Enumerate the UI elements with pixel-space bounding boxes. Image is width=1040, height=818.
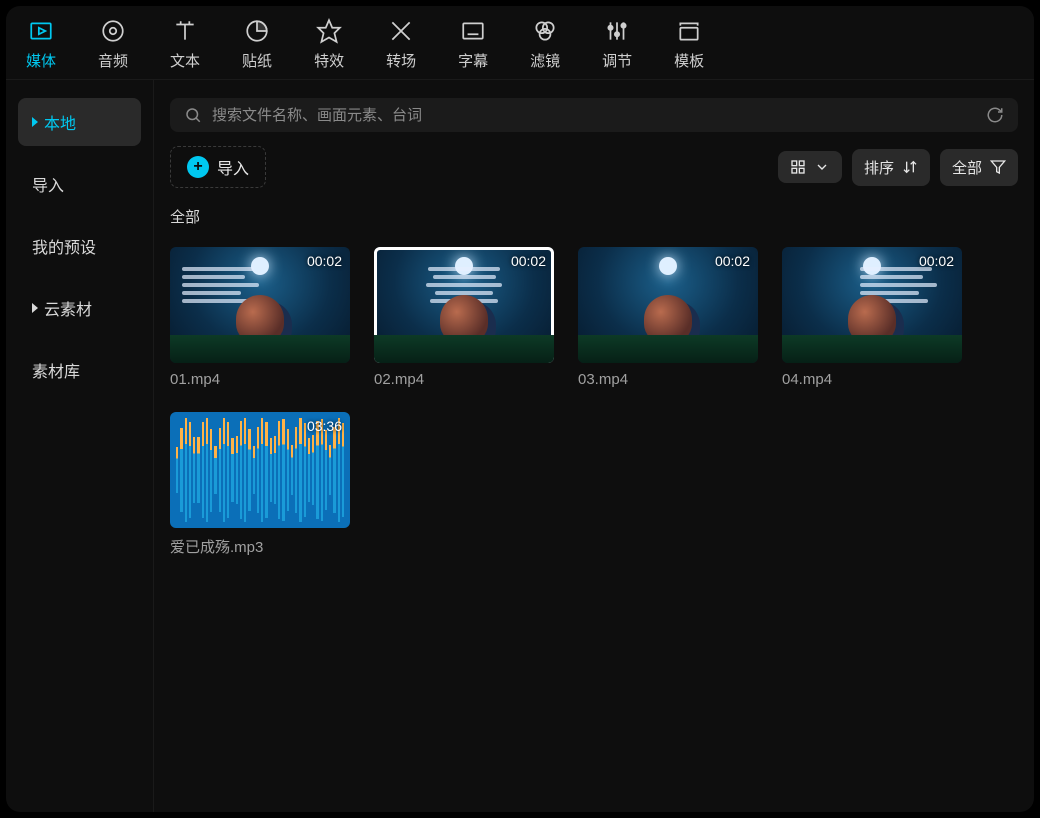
- top-tab-media[interactable]: 媒体: [26, 18, 56, 71]
- media-filename: 03.mp4: [578, 371, 758, 388]
- top-tab-label: 贴纸: [242, 50, 272, 71]
- sort-button[interactable]: 排序: [852, 149, 930, 186]
- sidebar-item-label: 导入: [32, 172, 64, 196]
- media-card[interactable]: 00:02 01.mp4: [170, 247, 350, 388]
- import-label: 导入: [217, 155, 249, 179]
- media-card[interactable]: 03:36 爱已成殇.mp3: [170, 412, 350, 557]
- search-input[interactable]: [212, 107, 976, 124]
- top-tab-label: 媒体: [26, 50, 56, 71]
- top-tab-subtitle[interactable]: 字幕: [458, 18, 488, 71]
- top-tab-transition[interactable]: 转场: [386, 18, 416, 71]
- filter-button[interactable]: 全部: [940, 149, 1018, 186]
- top-tab-label: 音频: [98, 50, 128, 71]
- sidebar-item-label: 我的预设: [32, 234, 96, 258]
- top-tab-filter[interactable]: 滤镜: [530, 18, 560, 71]
- toolbar: + 导入 排序 全部: [170, 146, 1018, 188]
- media-filename: 02.mp4: [374, 371, 554, 388]
- ground-graphic: [374, 335, 554, 363]
- video-thumbnail[interactable]: 00:02: [170, 247, 350, 363]
- search-bar: [170, 98, 1018, 132]
- media-filename: 01.mp4: [170, 371, 350, 388]
- video-thumbnail[interactable]: 00:02: [374, 247, 554, 363]
- view-mode-button[interactable]: [778, 151, 842, 183]
- plus-icon: +: [187, 156, 209, 178]
- top-tab-label: 滤镜: [530, 50, 560, 71]
- moon-graphic: [659, 257, 677, 275]
- sort-icon: [902, 159, 918, 175]
- duration-badge: 00:02: [715, 253, 750, 269]
- top-tab-template[interactable]: 模板: [674, 18, 704, 71]
- filter-label: 全部: [952, 157, 982, 178]
- video-thumbnail[interactable]: 00:02: [782, 247, 962, 363]
- top-tab-adjust[interactable]: 调节: [602, 18, 632, 71]
- top-tab-label: 转场: [386, 50, 416, 71]
- transition-icon: [388, 18, 414, 44]
- sidebar: 本地导入我的预设云素材素材库: [6, 80, 154, 812]
- sidebar-item-local[interactable]: 本地: [18, 98, 141, 146]
- top-tab-effects[interactable]: 特效: [314, 18, 344, 71]
- sort-label: 排序: [864, 157, 894, 178]
- media-card[interactable]: 00:02 04.mp4: [782, 247, 962, 388]
- top-tab-sticker[interactable]: 贴纸: [242, 18, 272, 71]
- media-grid: 00:02 01.mp4 00:02 02.mp4 00:02 03.mp4 00:02 04…: [170, 247, 1018, 557]
- sidebar-item-label: 云素材: [44, 296, 92, 320]
- ground-graphic: [578, 335, 758, 363]
- duration-badge: 00:02: [919, 253, 954, 269]
- duration-badge: 00:02: [511, 253, 546, 269]
- media-card[interactable]: 00:02 03.mp4: [578, 247, 758, 388]
- media-filename: 爱已成殇.mp3: [170, 536, 350, 557]
- audio-icon: [100, 18, 126, 44]
- top-tab-label: 特效: [314, 50, 344, 71]
- subtitle-icon: [460, 18, 486, 44]
- content-area: + 导入 排序 全部 全部 00:0201.mp400:0202.mp: [154, 80, 1034, 812]
- sidebar-item-cloud[interactable]: 云素材: [18, 284, 141, 332]
- media-icon: [28, 18, 54, 44]
- top-tab-bar: 媒体 音频 文本 贴纸 特效 转场 字幕 滤镜 调节 模板: [6, 6, 1034, 80]
- audio-thumbnail[interactable]: 03:36: [170, 412, 350, 528]
- import-button[interactable]: + 导入: [170, 146, 266, 188]
- duration-badge: 00:02: [307, 253, 342, 269]
- ground-graphic: [170, 335, 350, 363]
- chevron-down-icon: [814, 159, 830, 175]
- sidebar-item-presets[interactable]: 我的预设: [18, 222, 141, 270]
- sidebar-item-import[interactable]: 导入: [18, 160, 141, 208]
- adjust-icon: [604, 18, 630, 44]
- top-tab-label: 字幕: [458, 50, 488, 71]
- filter-icon: [990, 159, 1006, 175]
- top-tab-label: 调节: [602, 50, 632, 71]
- refresh-icon[interactable]: [986, 106, 1004, 124]
- template-icon: [676, 18, 702, 44]
- sticker-icon: [244, 18, 270, 44]
- duration-badge: 03:36: [307, 418, 342, 434]
- top-tab-label: 文本: [170, 50, 200, 71]
- sidebar-item-label: 本地: [44, 110, 76, 134]
- grid-icon: [790, 159, 806, 175]
- effects-icon: [316, 18, 342, 44]
- chevron-right-icon: [32, 117, 38, 127]
- search-icon: [184, 106, 202, 124]
- filter-icon: [532, 18, 558, 44]
- chevron-right-icon: [32, 303, 38, 313]
- ground-graphic: [782, 335, 962, 363]
- top-tab-audio[interactable]: 音频: [98, 18, 128, 71]
- sidebar-item-library[interactable]: 素材库: [18, 346, 141, 394]
- video-thumbnail[interactable]: 00:02: [578, 247, 758, 363]
- text-icon: [172, 18, 198, 44]
- media-card[interactable]: 00:02 02.mp4: [374, 247, 554, 388]
- media-filename: 04.mp4: [782, 371, 962, 388]
- top-tab-text[interactable]: 文本: [170, 18, 200, 71]
- sidebar-item-label: 素材库: [32, 358, 80, 382]
- top-tab-label: 模板: [674, 50, 704, 71]
- section-label: 全部: [170, 206, 1018, 227]
